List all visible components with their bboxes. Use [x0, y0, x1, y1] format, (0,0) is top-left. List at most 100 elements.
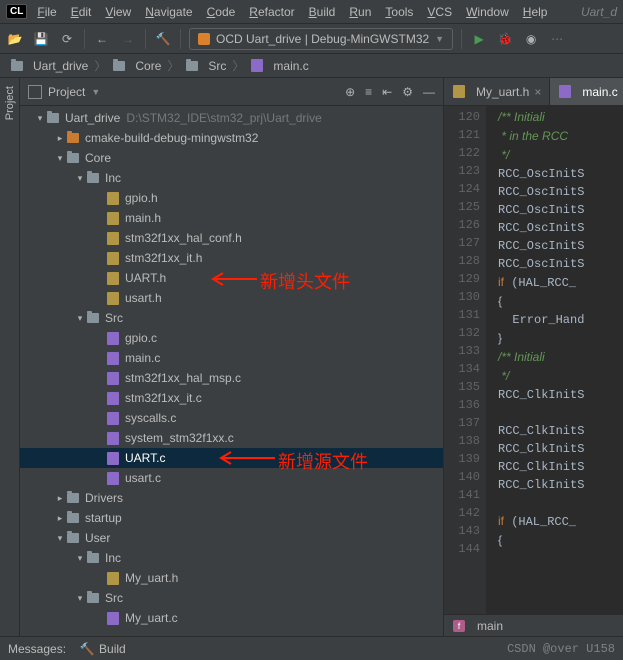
tree-label: Core	[85, 151, 111, 165]
refresh-icon[interactable]: ⟳	[58, 30, 76, 48]
tree-item[interactable]: syscalls.c	[20, 408, 443, 428]
tree-item[interactable]: ▸startup	[20, 508, 443, 528]
tree-item[interactable]: usart.h	[20, 288, 443, 308]
collapse-icon[interactable]: ⇤	[382, 85, 392, 99]
tree-item[interactable]: ▾User	[20, 528, 443, 548]
tree-item[interactable]: ▾Src	[20, 588, 443, 608]
app-logo: CL	[6, 4, 27, 19]
line-gutter[interactable]: 120 121 122 123 124 125 126 127 128 129 …	[444, 106, 486, 614]
tree-item[interactable]: ▾Inc	[20, 548, 443, 568]
editor-tab[interactable]: My_uart.h×	[444, 78, 550, 105]
back-icon[interactable]: ←	[93, 30, 111, 48]
tree-item[interactable]: My_uart.c	[20, 608, 443, 628]
folder-icon	[86, 311, 100, 325]
status-tab-messages[interactable]: Messages:	[8, 642, 66, 656]
separator	[461, 29, 462, 49]
forward-icon[interactable]: →	[119, 30, 137, 48]
menu-tools[interactable]: Tools	[385, 5, 413, 19]
expand-icon[interactable]: ≡	[365, 85, 372, 99]
hide-icon[interactable]: —	[423, 85, 435, 99]
tree-arrow[interactable]: ▾	[36, 113, 44, 124]
folder-icon	[66, 151, 80, 165]
tree-arrow[interactable]: ▾	[56, 533, 64, 544]
locate-icon[interactable]: ⊕	[345, 85, 355, 99]
source-file-icon	[106, 411, 120, 425]
coverage-icon[interactable]: ◉	[522, 30, 540, 48]
tree-item[interactable]: main.h	[20, 208, 443, 228]
editor-tab[interactable]: main.c×	[550, 78, 623, 105]
save-icon[interactable]: 💾	[32, 30, 50, 48]
crumb-core[interactable]: Core	[110, 59, 163, 73]
config-label: OCD Uart_drive | Debug-MinGWSTM32	[216, 32, 429, 46]
editor-breadcrumb[interactable]: f main	[444, 614, 623, 636]
settings-icon[interactable]: ⚙	[402, 85, 413, 99]
menu-file[interactable]: File	[37, 5, 56, 19]
project-tree[interactable]: 新增头文件 新增源文件 ▾Uart_driveD:\STM32_IDE\stm3…	[20, 106, 443, 636]
tree-item[interactable]: usart.c	[20, 468, 443, 488]
tree-label: usart.h	[125, 291, 162, 305]
tree-item[interactable]: stm32f1xx_hal_msp.c	[20, 368, 443, 388]
tree-item[interactable]: stm32f1xx_hal_conf.h	[20, 228, 443, 248]
tree-item[interactable]: UART.h	[20, 268, 443, 288]
menu-edit[interactable]: Edit	[71, 5, 92, 19]
tree-label: My_uart.h	[125, 571, 178, 585]
tree-arrow[interactable]: ▸	[56, 133, 64, 144]
tree-arrow[interactable]: ▾	[76, 593, 84, 604]
code-view[interactable]: /** Initiali * in the RCC */ RCC_OscInit…	[486, 106, 623, 614]
debug-icon[interactable]: 🐞	[496, 30, 514, 48]
tree-item[interactable]: main.c	[20, 348, 443, 368]
status-tab-build[interactable]: Build	[99, 642, 126, 656]
crumb-sep: 〉	[94, 57, 106, 74]
tree-label: UART.c	[125, 451, 165, 465]
tree-label: Inc	[105, 171, 121, 185]
window-title-suffix: Uart_d	[581, 5, 617, 19]
tree-label: My_uart.c	[125, 611, 178, 625]
tree-arrow[interactable]: ▸	[56, 513, 64, 524]
tree-item[interactable]: UART.c	[20, 448, 443, 468]
menu-run[interactable]: Run	[349, 5, 371, 19]
menu-window[interactable]: Window	[466, 5, 509, 19]
tree-item[interactable]: ▾ Core	[20, 148, 443, 168]
tree-arrow[interactable]: ▾	[56, 153, 64, 164]
chevron-down-icon[interactable]: ▼	[91, 87, 100, 97]
open-icon[interactable]: 📂	[6, 30, 24, 48]
header-file-icon	[106, 191, 120, 205]
menu-build[interactable]: Build	[309, 5, 336, 19]
tree-arrow[interactable]: ▸	[56, 493, 64, 504]
close-icon[interactable]: ×	[534, 85, 541, 99]
tree-item[interactable]: My_uart.h	[20, 568, 443, 588]
tree-item[interactable]: ▾Src	[20, 308, 443, 328]
source-file-icon	[106, 351, 120, 365]
tree-item[interactable]: ▸cmake-build-debug-mingwstm32	[20, 128, 443, 148]
separator	[145, 29, 146, 49]
tree-item[interactable]: stm32f1xx_it.c	[20, 388, 443, 408]
tree-item[interactable]: ▾Uart_driveD:\STM32_IDE\stm32_prj\Uart_d…	[20, 108, 443, 128]
menu-navigate[interactable]: Navigate	[145, 5, 192, 19]
tree-item[interactable]: gpio.c	[20, 328, 443, 348]
tree-label: Drivers	[85, 491, 123, 505]
tree-item[interactable]: system_stm32f1xx.c	[20, 428, 443, 448]
crumb-main.c[interactable]: main.c	[248, 59, 310, 73]
source-file-icon	[106, 471, 120, 485]
menu-vcs[interactable]: VCS	[427, 5, 452, 19]
run-icon[interactable]: ▶	[470, 30, 488, 48]
tree-arrow[interactable]: ▾	[76, 553, 84, 564]
run-config-selector[interactable]: OCD Uart_drive | Debug-MinGWSTM32 ▼	[189, 28, 453, 50]
tree-item[interactable]: ▸ Drivers	[20, 488, 443, 508]
menu-help[interactable]: Help	[523, 5, 548, 19]
menu-code[interactable]: Code	[207, 5, 236, 19]
menu-view[interactable]: View	[105, 5, 131, 19]
crumb-uart_drive[interactable]: Uart_drive	[8, 59, 90, 73]
crumb-src[interactable]: Src	[183, 59, 228, 73]
folder-icon	[66, 511, 80, 525]
source-file-icon	[106, 371, 120, 385]
tree-arrow[interactable]: ▾	[76, 313, 84, 324]
tree-item[interactable]: stm32f1xx_it.h	[20, 248, 443, 268]
tree-item[interactable]: ▾ Inc	[20, 168, 443, 188]
menu-refactor[interactable]: Refactor	[249, 5, 294, 19]
tree-item[interactable]: gpio.h	[20, 188, 443, 208]
project-sidetab[interactable]: Project	[0, 78, 20, 636]
more-icon[interactable]: ⋯	[548, 30, 566, 48]
tree-arrow[interactable]: ▾	[76, 173, 84, 184]
build-icon[interactable]: 🔨	[154, 30, 172, 48]
